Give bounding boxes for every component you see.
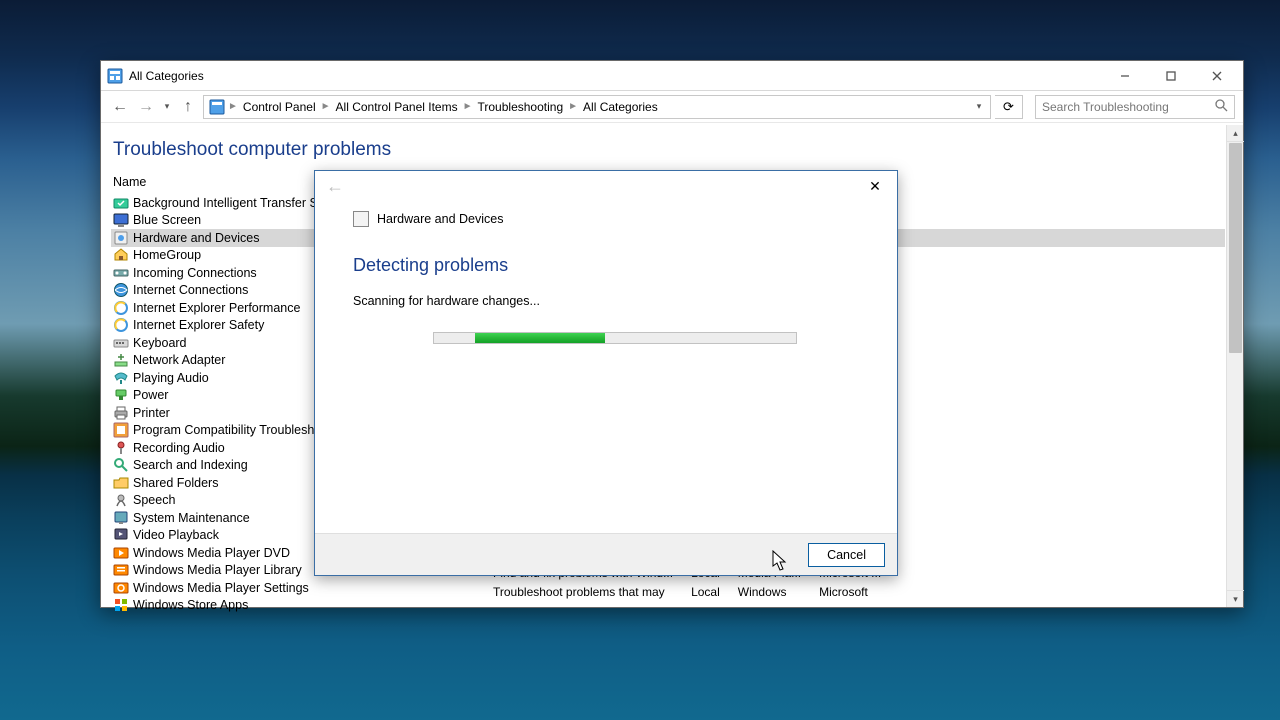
cat-cell: Windows — [738, 584, 817, 601]
troubleshooter-item-icon — [113, 230, 129, 246]
troubleshooter-icon — [353, 211, 369, 227]
navigation-bar: ← → ▾ ↑ ► Control Panel ► All Control Pa… — [101, 91, 1243, 123]
list-item-label: Video Playback — [133, 528, 219, 542]
troubleshooter-item-icon — [113, 282, 129, 298]
troubleshooter-dialog: ← ✕ Hardware and Devices Detecting probl… — [314, 170, 898, 576]
list-item-label: Printer — [133, 406, 170, 420]
list-item-label: Blue Screen — [133, 213, 201, 227]
list-item-label: Search and Indexing — [133, 458, 248, 472]
troubleshooter-item-icon — [113, 527, 129, 543]
search-input[interactable]: Search Troubleshooting — [1035, 95, 1235, 119]
loc-cell: Local — [691, 584, 736, 601]
nav-forward-button[interactable]: → — [135, 96, 157, 118]
troubleshooter-item-icon — [113, 492, 129, 508]
troubleshooter-item-icon — [113, 475, 129, 491]
list-item-label: Power — [133, 388, 168, 402]
scrollbar-down-button[interactable]: ▾ — [1227, 590, 1244, 607]
control-panel-icon — [107, 68, 123, 84]
desc-cell: Troubleshoot problems that may — [493, 584, 689, 601]
list-item-label: Playing Audio — [133, 371, 209, 385]
dialog-status-title: Detecting problems — [315, 227, 897, 276]
troubleshooter-item-icon — [113, 580, 129, 596]
breadcrumb-segment[interactable]: Troubleshooting — [473, 96, 569, 118]
list-item-label: Network Adapter — [133, 353, 225, 367]
breadcrumb-separator-icon: ► — [463, 101, 473, 112]
breadcrumb-segment[interactable]: All Categories — [578, 96, 663, 118]
refresh-button[interactable]: ⟳ — [995, 95, 1023, 119]
troubleshooter-item-icon — [113, 247, 129, 263]
progress-bar-fill — [475, 333, 605, 343]
nav-history-dropdown[interactable]: ▾ — [161, 96, 173, 118]
breadcrumb-segment[interactable]: All Control Panel Items — [331, 96, 463, 118]
list-item-label: System Maintenance — [133, 511, 250, 525]
list-item-label: Speech — [133, 493, 175, 507]
breadcrumb-separator-icon: ► — [228, 101, 238, 112]
dialog-status-message: Scanning for hardware changes... — [315, 276, 897, 308]
control-panel-icon — [209, 99, 225, 115]
scrollbar-thumb[interactable] — [1229, 143, 1242, 353]
window-minimize-button[interactable] — [1102, 62, 1148, 90]
troubleshooter-item-icon — [113, 457, 129, 473]
list-item-label: Internet Explorer Safety — [133, 318, 264, 332]
list-item-label: Recording Audio — [133, 441, 225, 455]
breadcrumb-separator-icon: ► — [568, 101, 578, 112]
troubleshooter-item-icon — [113, 440, 129, 456]
window-close-button[interactable] — [1194, 62, 1240, 90]
dialog-close-button[interactable]: ✕ — [857, 172, 893, 200]
search-placeholder: Search Troubleshooting — [1042, 100, 1169, 114]
nav-up-button[interactable]: ↑ — [177, 96, 199, 118]
troubleshooter-item-icon — [113, 387, 129, 403]
breadcrumb-segment[interactable]: Control Panel — [238, 96, 321, 118]
progress-bar — [433, 332, 797, 344]
window-maximize-button[interactable] — [1148, 62, 1194, 90]
dialog-header: Hardware and Devices — [377, 212, 503, 226]
troubleshooter-item-icon — [113, 597, 129, 613]
troubleshooter-item-icon — [113, 212, 129, 228]
page-title: Troubleshoot computer problems — [111, 131, 1225, 173]
troubleshooter-item-icon — [113, 562, 129, 578]
troubleshooter-item-icon — [113, 405, 129, 421]
list-item-label: Keyboard — [133, 336, 187, 350]
troubleshooter-item-icon — [113, 545, 129, 561]
list-item-label: Hardware and Devices — [133, 231, 259, 245]
list-item-label: Program Compatibility Troubleshooter — [133, 423, 343, 437]
list-item-label: Incoming Connections — [133, 266, 257, 280]
cancel-button[interactable]: Cancel — [808, 543, 885, 567]
troubleshooter-item-icon — [113, 300, 129, 316]
list-item-label: Windows Store Apps — [133, 598, 248, 612]
troubleshooter-item-icon — [113, 422, 129, 438]
list-item-label: Windows Media Player Library — [133, 563, 302, 577]
pub-cell: Microsoft — [819, 584, 897, 601]
vertical-scrollbar[interactable]: ▴ ▾ — [1226, 125, 1243, 607]
list-item-label: Windows Media Player Settings — [133, 581, 309, 595]
search-icon — [1215, 99, 1228, 115]
troubleshooter-item-icon — [113, 352, 129, 368]
troubleshooter-item-icon — [113, 265, 129, 281]
dialog-back-button: ← — [323, 174, 347, 198]
window-title: All Categories — [129, 69, 1102, 83]
troubleshooter-item-icon — [113, 370, 129, 386]
window-titlebar[interactable]: All Categories — [101, 61, 1243, 91]
troubleshooter-item-icon — [113, 317, 129, 333]
address-dropdown-icon[interactable]: ▾ — [970, 96, 988, 118]
breadcrumb-separator-icon: ► — [321, 101, 331, 112]
list-item-label: Windows Media Player DVD — [133, 546, 290, 560]
scrollbar-up-button[interactable]: ▴ — [1227, 125, 1244, 142]
list-item-label: Internet Connections — [133, 283, 248, 297]
troubleshooter-item-icon — [113, 335, 129, 351]
troubleshooter-item-icon — [113, 195, 129, 211]
address-bar[interactable]: ► Control Panel ► All Control Panel Item… — [203, 95, 991, 119]
list-item-label: HomeGroup — [133, 248, 201, 262]
nav-back-button[interactable]: ← — [109, 96, 131, 118]
list-item-label: Shared Folders — [133, 476, 218, 490]
list-item-label: Internet Explorer Performance — [133, 301, 300, 315]
troubleshooter-item-icon — [113, 510, 129, 526]
